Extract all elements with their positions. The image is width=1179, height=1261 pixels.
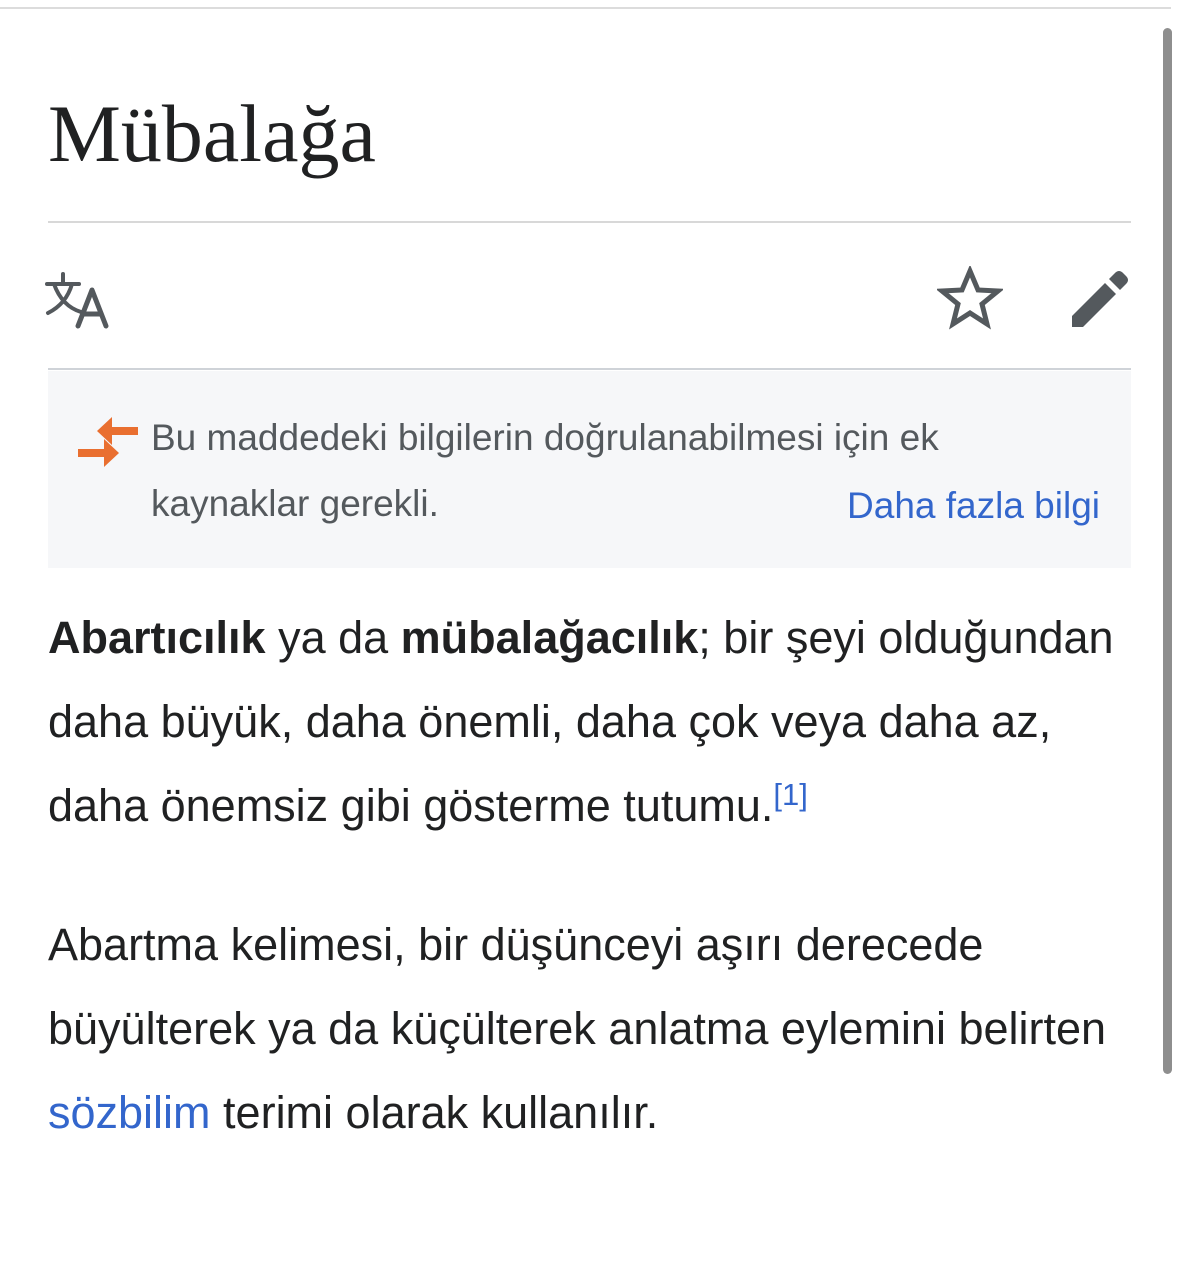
term-mubalagacilik: mübalağacılık [400,612,699,663]
actions-divider [48,368,1131,370]
top-toolbar-edge [0,0,1171,9]
sozbilim-link[interactable]: sözbilim [48,1087,211,1138]
reference-link[interactable]: [1] [773,777,807,812]
pencil-icon [1072,271,1128,327]
edit-button[interactable] [1065,262,1137,334]
translate-icon [45,272,109,329]
watch-button[interactable] [934,262,1006,334]
connector-text: ya da [265,612,401,663]
title-divider [48,221,1131,223]
notice-more-link[interactable]: Daha fazla bilgi [847,479,1100,533]
page-title: Mübalağa [48,88,376,179]
second-paragraph: Abartma kelimesi, bir düşünceyi aşırı de… [48,903,1131,1155]
scrollbar[interactable] [1163,28,1172,1074]
merge-arrows-icon [78,417,138,467]
page-actions-bar [45,262,1131,334]
language-button[interactable] [42,262,114,334]
star-icon [937,266,1003,330]
lead-paragraph: Abartıcılık ya da mübalağacılık; bir şey… [48,596,1131,848]
term-abarticilik: Abartıcılık [48,612,266,663]
article-body: Abartıcılık ya da mübalağacılık; bir şey… [48,596,1131,1155]
paragraph-text-end: terimi olarak kullanılır. [210,1087,659,1138]
ambox-notice: Bu maddedeki bilgilerin doğrulanabilmesi… [48,371,1131,568]
paragraph-text-start: Abartma kelimesi, bir düşünceyi aşırı de… [48,919,1107,1054]
